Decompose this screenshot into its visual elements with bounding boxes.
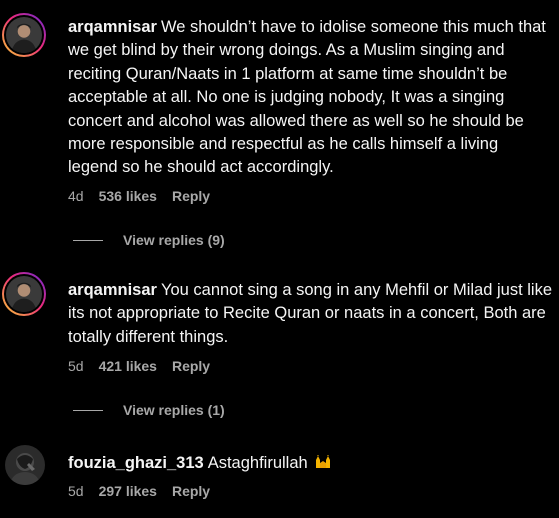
reply-button[interactable]: Reply xyxy=(172,188,210,204)
comment-username[interactable]: fouzia_ghazi_313 xyxy=(68,454,204,472)
view-replies-button[interactable]: View replies (9) xyxy=(73,232,225,248)
comment-text: Astaghfirullah xyxy=(207,454,308,472)
view-replies-label: View replies (9) xyxy=(123,232,225,248)
comment-meta: 5d 421 likes Reply xyxy=(68,358,225,374)
comment-body: fouzia_ghazi_313 Astaghfirullah xyxy=(68,452,552,475)
comment-time: 5d xyxy=(68,483,84,499)
divider-line xyxy=(73,239,103,241)
comment-time: 5d xyxy=(68,358,84,374)
user-photo-icon xyxy=(6,276,42,312)
comment-username[interactable]: arqamnisar xyxy=(68,18,157,36)
raising-hands-icon xyxy=(316,455,331,468)
avatar[interactable] xyxy=(2,13,46,57)
comment-likes[interactable]: 536 likes xyxy=(99,188,157,204)
comment-meta: 4d 536 likes Reply xyxy=(68,188,225,204)
user-photo-icon xyxy=(6,17,42,53)
comment-body: arqamnisar We shouldn’t have to idolise s… xyxy=(68,16,552,180)
reply-button[interactable]: Reply xyxy=(172,358,210,374)
view-replies-button[interactable]: View replies (1) xyxy=(73,402,225,418)
comment-time: 4d xyxy=(68,188,84,204)
comment-meta: 5d 297 likes Reply xyxy=(68,483,225,499)
reply-button[interactable]: Reply xyxy=(172,483,210,499)
user-photo-icon xyxy=(5,445,45,485)
view-replies-label: View replies (1) xyxy=(123,402,225,418)
comment-text: We shouldn’t have to idolise someone thi… xyxy=(68,18,546,177)
comment-username[interactable]: arqamnisar xyxy=(68,281,157,299)
divider-line xyxy=(73,409,103,411)
comment-likes[interactable]: 421 likes xyxy=(99,358,157,374)
comment-body: arqamnisar You cannot sing a song in any … xyxy=(68,279,552,349)
avatar[interactable] xyxy=(5,445,45,485)
avatar[interactable] xyxy=(2,272,46,316)
comment-likes[interactable]: 297 likes xyxy=(99,483,157,499)
